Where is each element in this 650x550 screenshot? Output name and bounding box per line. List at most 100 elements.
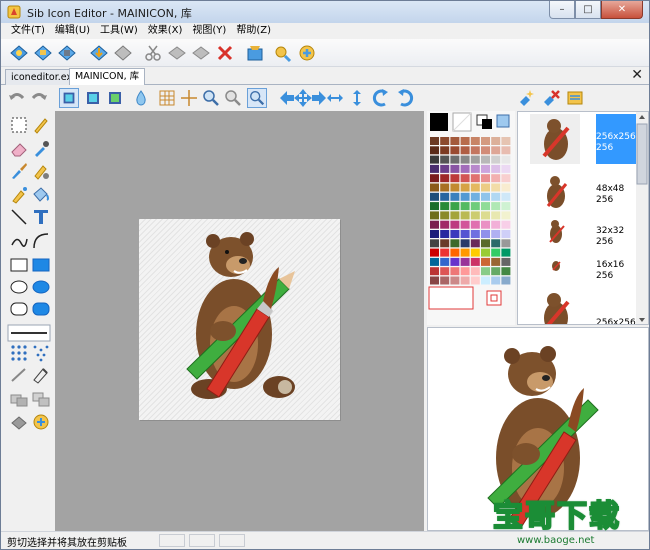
line-width-icon[interactable] bbox=[7, 323, 51, 343]
palette-swatch[interactable] bbox=[430, 174, 439, 183]
minimize-button[interactable]: – bbox=[549, 1, 575, 19]
palette-swatch[interactable] bbox=[440, 146, 450, 155]
palette-swatch[interactable] bbox=[491, 155, 501, 164]
shadow-icon[interactable] bbox=[31, 389, 51, 409]
palette-swatch[interactable] bbox=[470, 164, 480, 173]
layers-icon[interactable] bbox=[9, 389, 29, 409]
palette-swatch[interactable] bbox=[460, 155, 470, 164]
palette-swatch[interactable] bbox=[470, 174, 480, 183]
palette-swatch[interactable] bbox=[491, 220, 501, 229]
rounded-rect-filled-icon[interactable] bbox=[31, 299, 51, 319]
palette-swatch[interactable] bbox=[440, 192, 450, 201]
palette-swatch[interactable] bbox=[481, 146, 490, 155]
crosshair-icon[interactable] bbox=[179, 88, 199, 108]
palette-swatch[interactable] bbox=[460, 183, 470, 192]
select-rect-icon[interactable] bbox=[9, 115, 29, 135]
hand-icon[interactable] bbox=[31, 411, 51, 431]
format-item[interactable]: 16x16 256 bbox=[518, 250, 648, 281]
redo-icon[interactable] bbox=[29, 88, 49, 108]
palette-swatch[interactable] bbox=[470, 276, 480, 285]
palette-swatch[interactable] bbox=[440, 183, 450, 192]
palette-swatch[interactable] bbox=[491, 276, 501, 285]
palette-swatch[interactable] bbox=[430, 248, 439, 257]
maximize-button[interactable]: □ bbox=[575, 1, 601, 19]
rect-filled-icon[interactable] bbox=[31, 255, 51, 275]
palette-swatch[interactable] bbox=[460, 192, 470, 201]
palette-swatch[interactable] bbox=[470, 192, 480, 201]
palette-swatch[interactable] bbox=[501, 146, 511, 155]
palette-swatch[interactable] bbox=[501, 257, 511, 266]
palette-swatch[interactable] bbox=[481, 155, 490, 164]
palette-swatch[interactable] bbox=[481, 239, 490, 248]
menu-file[interactable]: 文件(T) bbox=[7, 23, 51, 39]
palette-swatch[interactable] bbox=[481, 230, 490, 238]
palette-swatch[interactable] bbox=[501, 276, 511, 285]
zoom-in-icon[interactable] bbox=[201, 88, 221, 108]
extract-icon[interactable] bbox=[245, 43, 265, 63]
palette-swatch[interactable] bbox=[491, 202, 501, 211]
palette-swatch[interactable] bbox=[440, 267, 450, 276]
brush-icon[interactable] bbox=[9, 161, 29, 181]
palette-swatch[interactable] bbox=[440, 257, 450, 266]
color-picker-icon[interactable] bbox=[31, 139, 51, 159]
palette-swatch[interactable] bbox=[450, 155, 460, 164]
palette-swatch[interactable] bbox=[470, 230, 480, 238]
flip-horizontal-icon[interactable] bbox=[325, 88, 345, 108]
palette-swatch[interactable] bbox=[450, 164, 460, 173]
format-properties-icon[interactable] bbox=[565, 88, 585, 108]
palette-swatch[interactable] bbox=[430, 276, 439, 285]
palette-swatch[interactable] bbox=[481, 257, 490, 266]
airbrush-icon[interactable] bbox=[9, 185, 29, 205]
palette-swatch[interactable] bbox=[460, 239, 470, 248]
palette-swatch[interactable] bbox=[491, 230, 501, 238]
palette-swatch[interactable] bbox=[501, 211, 511, 220]
palette-swatch[interactable] bbox=[450, 257, 460, 266]
pattern-grid-icon[interactable] bbox=[31, 343, 51, 363]
canvas-area[interactable] bbox=[55, 111, 424, 531]
menu-view[interactable]: 视图(Y) bbox=[188, 23, 232, 39]
palette-swatch[interactable] bbox=[470, 155, 480, 164]
palette-swatch[interactable] bbox=[460, 220, 470, 229]
format-list[interactable]: 256x256 256 48x48 256 32x32 256 16x16 256 25… bbox=[517, 111, 649, 325]
palette-swatch[interactable] bbox=[481, 192, 490, 201]
title-bar[interactable]: Sib Icon Editor - MAINICON, 库 – □ ✕ bbox=[1, 1, 649, 23]
palette-swatch[interactable] bbox=[440, 155, 450, 164]
copy-icon[interactable] bbox=[167, 43, 187, 63]
palette-swatch[interactable] bbox=[481, 248, 490, 257]
eraser-icon[interactable] bbox=[9, 139, 29, 159]
palette-swatch[interactable] bbox=[491, 192, 501, 201]
palette-swatch[interactable] bbox=[440, 211, 450, 220]
palette-swatch[interactable] bbox=[440, 174, 450, 183]
palette-swatch[interactable] bbox=[460, 267, 470, 276]
palette-swatch[interactable] bbox=[491, 183, 501, 192]
palette-swatch[interactable] bbox=[440, 164, 450, 173]
open-icon[interactable] bbox=[33, 43, 53, 63]
palette-swatch[interactable] bbox=[470, 202, 480, 211]
arc-icon[interactable] bbox=[31, 231, 51, 251]
palette-swatch[interactable] bbox=[481, 183, 490, 192]
delete-icon[interactable] bbox=[215, 43, 235, 63]
palette-swatch[interactable] bbox=[491, 248, 501, 257]
palette-swatch[interactable] bbox=[481, 174, 490, 183]
grid-icon[interactable] bbox=[157, 88, 177, 108]
drop-icon[interactable] bbox=[131, 88, 151, 108]
palette-swatch[interactable] bbox=[450, 192, 460, 201]
line-icon[interactable] bbox=[9, 207, 29, 227]
palette-swatch[interactable] bbox=[440, 220, 450, 229]
remove-format-icon[interactable] bbox=[541, 88, 561, 108]
palette-swatch[interactable] bbox=[440, 248, 450, 257]
palette-swatch[interactable] bbox=[460, 257, 470, 266]
close-tab-icon[interactable]: ✕ bbox=[631, 68, 643, 82]
palette-swatches[interactable] bbox=[427, 111, 515, 325]
palette-swatch[interactable] bbox=[430, 211, 439, 220]
palette-swatch[interactable] bbox=[460, 174, 470, 183]
palette-swatch[interactable] bbox=[501, 220, 511, 229]
palette-swatch[interactable] bbox=[491, 267, 501, 276]
undo-icon[interactable] bbox=[7, 88, 27, 108]
palette-swatch[interactable] bbox=[460, 211, 470, 220]
palette-swatch[interactable] bbox=[450, 239, 460, 248]
palette-swatch[interactable] bbox=[440, 276, 450, 285]
palette-swatch[interactable] bbox=[491, 137, 501, 145]
palette-swatch[interactable] bbox=[491, 164, 501, 173]
pattern-dots-icon[interactable] bbox=[9, 343, 29, 363]
